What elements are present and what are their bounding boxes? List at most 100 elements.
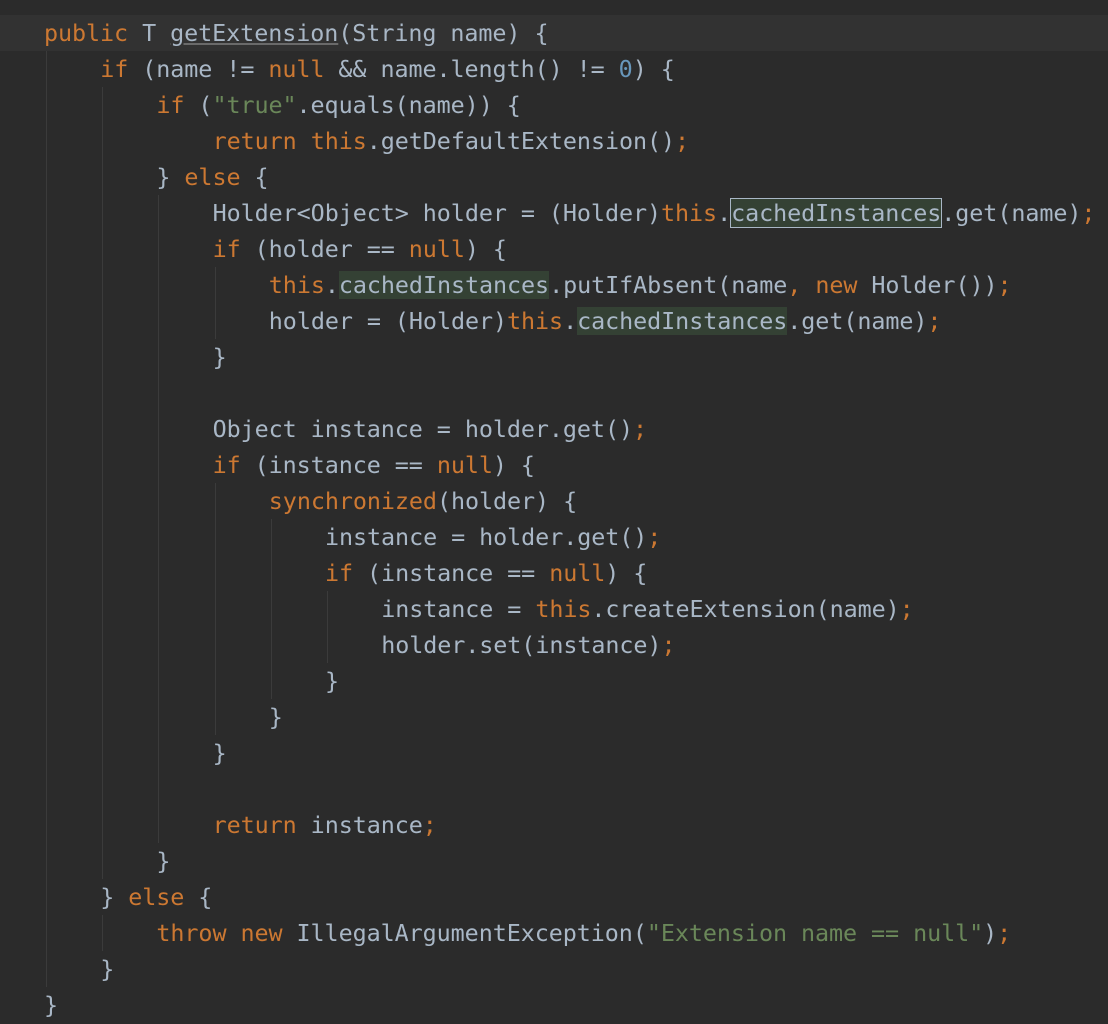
code-token-plain: ) { [632,55,675,83]
code-token-plain: instance = [381,595,536,623]
code-token-plain: . [324,271,339,299]
code-token-kw: this [661,199,718,227]
code-token-hl: cachedInstances [577,307,788,335]
code-token-plain: .get(name) [787,307,928,335]
code-token-num: 0 [618,55,633,83]
code-line[interactable]: } [156,843,170,879]
indent-guide [158,195,160,843]
code-token-hlb: cachedInstances [730,198,943,228]
indent-guide [214,483,216,735]
code-line[interactable]: Object instance = holder.get(); [213,411,647,447]
indent-guide [270,519,272,699]
code-line[interactable]: } [269,699,283,735]
code-token-plain: { [184,883,213,911]
code-line[interactable]: if ("true".equals(name)) { [156,87,520,123]
code-token-under: getExtension [170,19,339,47]
code-token-kw: synchronized [268,487,437,515]
indent-guide [46,51,47,987]
code-token-punc: ; [675,127,690,155]
code-token-plain: .createExtension(name) [591,595,900,623]
indent-guide [102,87,104,879]
code-token-punc: ; [661,631,676,659]
code-token-kw: return [212,127,297,155]
code-token-plain: (instance == [353,559,550,587]
code-token-plain: } [156,163,185,191]
code-token-kw: this [535,595,592,623]
code-token-kw: new [240,919,283,947]
code-token-plain: } [100,955,115,983]
code-token-kw: if [156,91,185,119]
code-token-kw: throw [156,919,227,947]
code-token-punc: ; [647,523,662,551]
code-line[interactable]: instance = this.createExtension(name); [381,591,914,627]
code-token-plain: } [212,343,227,371]
code-token-plain: (instance == [240,451,437,479]
code-token-str: "true" [212,91,297,119]
code-token-plain: instance [296,811,423,839]
code-token-plain: instance = holder.get() [325,523,648,551]
code-line[interactable]: } [44,987,58,1023]
code-token-plain: ) { [605,559,648,587]
code-token-plain: holder = (Holder) [268,307,508,335]
code-token-plain: .equals(name)) { [296,91,521,119]
code-line[interactable]: } else { [156,159,268,195]
code-token-punc: ; [927,307,942,335]
code-token-plain: (holder == [240,235,409,263]
code-line[interactable]: if (instance == null) { [213,447,535,483]
code-token-plain: && name.length() != [324,55,619,83]
code-token-plain: ( [184,91,213,119]
code-token-kw: new [815,271,858,299]
code-token-plain: ) { [492,451,535,479]
code-token-kw: this [507,307,564,335]
code-token-plain: ) { [464,235,507,263]
code-token-plain: (String name) { [338,19,549,47]
code-line[interactable]: holder.set(instance); [381,627,675,663]
code-line[interactable]: if (name != null && name.length() != 0) … [100,51,675,87]
indent-guide [327,591,328,663]
code-token-plain: } [44,991,59,1019]
code-line[interactable]: this.cachedInstances.putIfAbsent(name, n… [269,267,1012,303]
code-token-kw: null [268,55,325,83]
code-token-plain: (holder) { [436,487,578,515]
code-token-kw: if [212,451,241,479]
code-line[interactable]: if (instance == null) { [325,555,647,591]
code-token-str: "Extension name == null" [646,919,984,947]
code-line[interactable]: instance = holder.get(); [325,519,661,555]
code-token-punc: ; [997,919,1012,947]
code-token-plain: (name != [128,55,269,83]
code-token-plain: ) [983,919,998,947]
code-token-kw: return [212,811,297,839]
code-token-plain: } [156,847,171,875]
code-token-kw: else [184,163,241,191]
code-token-punc: ; [899,595,914,623]
code-token-plain: . [563,307,578,335]
code-line[interactable]: Holder<Object> holder = (Holder)this.cac… [213,195,1096,231]
code-line[interactable]: return instance; [213,807,437,843]
code-token-punc: ; [1081,199,1096,227]
code-line[interactable]: throw new IllegalArgumentException("Exte… [156,915,1011,951]
code-token-plain: Holder()) [857,271,998,299]
code-editor[interactable]: public T getExtension(String name) {if (… [0,0,1108,1024]
code-line[interactable]: } [213,735,227,771]
code-token-punc: ; [997,271,1012,299]
code-line[interactable]: if (holder == null) { [213,231,507,267]
code-token-kw: this [310,127,367,155]
code-token-kw: null [436,451,493,479]
code-line[interactable]: } [100,951,114,987]
code-token-plain: } [100,883,129,911]
code-token-punc: ; [422,811,437,839]
code-line[interactable]: } [325,663,339,699]
code-token-kw: this [268,271,325,299]
code-line[interactable]: holder = (Holder)this.cachedInstances.ge… [268,303,942,339]
code-token-kw: public [44,19,129,47]
code-line[interactable]: public T getExtension(String name) { [44,15,549,51]
code-token-plain: Object instance = holder.get() [212,415,633,443]
code-token-punc: ; [632,415,647,443]
code-token-kw: if [212,235,241,263]
code-line[interactable]: return this.getDefaultExtension(); [212,123,690,159]
code-token-kw: if [100,55,129,83]
code-line[interactable]: synchronized(holder) { [269,483,577,519]
code-line[interactable]: } else { [100,879,212,915]
code-line[interactable]: } [213,339,227,375]
